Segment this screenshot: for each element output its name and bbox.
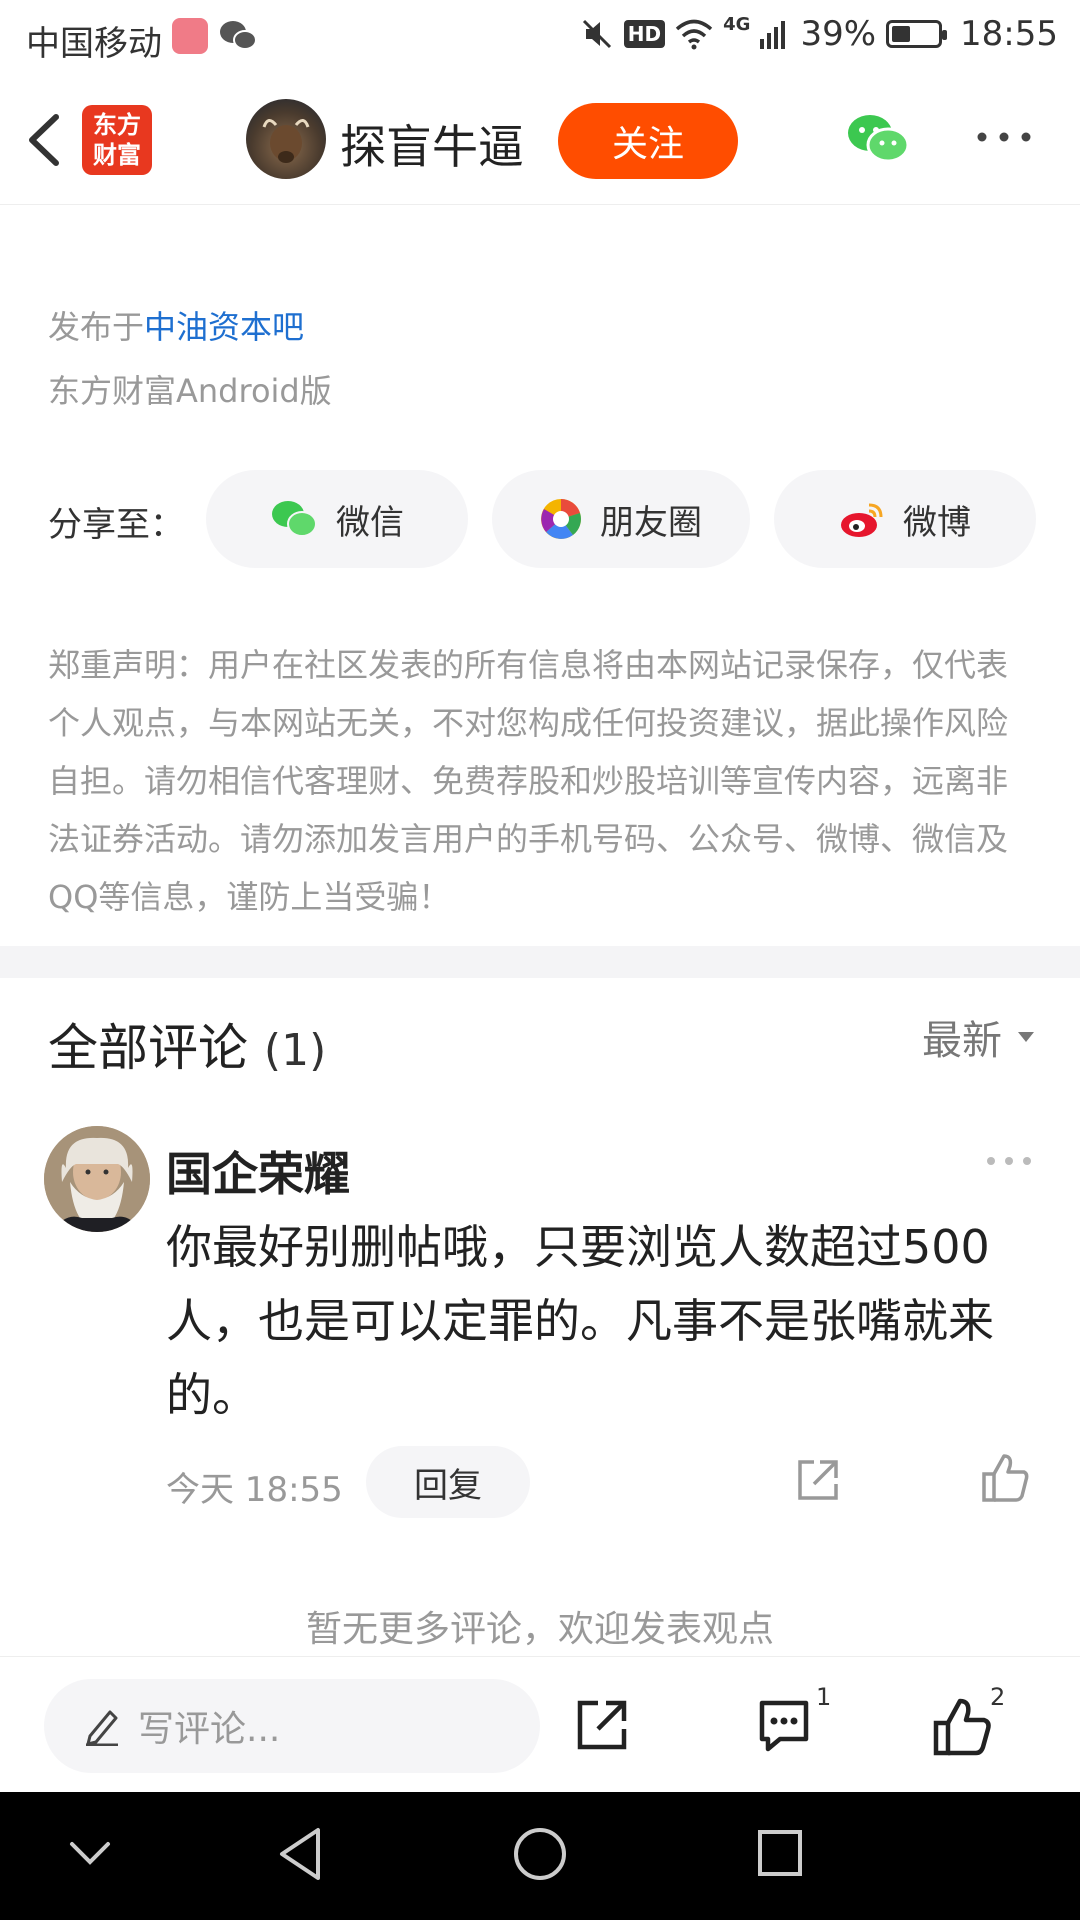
battery-icon [886, 20, 948, 48]
battery-percent: 39% [800, 14, 877, 54]
write-comment-input[interactable]: 写评论... [44, 1679, 540, 1773]
share-label: 分享至： [48, 505, 184, 545]
disclaimer-text: 郑重声明：用户在社区发表的所有信息将由本网站记录保存，仅代表个人观点，与本网站无… [48, 646, 1009, 916]
bottom-action-bar: 写评论... 1 2 [0, 1656, 1080, 1792]
wifi-icon [675, 19, 713, 50]
signal-icon [760, 21, 786, 49]
triangle-down-icon [1018, 1032, 1034, 1042]
author-name[interactable]: 探盲牛逼 [340, 111, 524, 177]
comment-time: 今天 18:55 [166, 1470, 343, 1510]
no-more-comments: 暂无更多评论，欢迎发表观点 [305, 1609, 774, 1650]
nav-home-icon[interactable] [512, 1826, 568, 1882]
logo-line2: 财富 [93, 141, 141, 169]
wechat-share-icon[interactable] [846, 113, 910, 165]
wechat-icon [272, 501, 317, 537]
comment-text: 你最好别删帖哦，只要浏览人数超过500人，也是可以定罪的。凡事不是张嘴就来的。 [166, 1220, 994, 1422]
share-wechat-button[interactable]: 微信 [206, 470, 468, 568]
nav-collapse-icon[interactable] [66, 1838, 114, 1868]
status-bar: 中国移动 HD 4G 39% 18:55 [0, 0, 1080, 75]
logo-line1: 东方 [93, 111, 141, 139]
share-moments-button[interactable]: 朋友圈 [492, 470, 750, 568]
author-avatar[interactable] [246, 99, 326, 179]
section-divider [0, 946, 1080, 978]
share-moments-label: 朋友圈 [600, 502, 702, 543]
more-icon[interactable] [974, 125, 1034, 149]
bull-image [262, 119, 310, 163]
back-arrow-icon[interactable] [20, 105, 70, 175]
publish-prefix: 发布于 [48, 308, 145, 346]
post-source: 东方财富Android版 [48, 372, 332, 410]
portrait-image [44, 1126, 150, 1232]
comment-share-icon[interactable] [794, 1456, 842, 1504]
hd-badge: HD [623, 20, 666, 48]
like-count-badge: 2 [990, 1683, 1006, 1711]
publish-info: 发布于中油资本吧 [48, 302, 304, 348]
sort-dropdown[interactable]: 最新 [922, 1008, 1036, 1066]
battery-fill [892, 26, 910, 42]
write-comment-placeholder: 写评论... [138, 1709, 281, 1750]
comment-icon[interactable] [756, 1697, 812, 1755]
top-header: 东方 财富 探盲牛逼 关注 [0, 75, 1080, 205]
carrier-label: 中国移动 [26, 24, 162, 64]
huawei-app-icon [172, 18, 208, 54]
like-icon[interactable] [932, 1697, 992, 1757]
sort-label: 最新 [922, 1018, 1002, 1064]
nav-back-icon[interactable] [276, 1826, 324, 1882]
comment-like-icon[interactable] [980, 1452, 1030, 1504]
nav-recents-icon[interactable] [756, 1828, 804, 1878]
comments-count: (1) [263, 1025, 327, 1076]
status-icons: HD 4G 39% 18:55 [580, 14, 1058, 54]
clock: 18:55 [960, 14, 1058, 54]
commenter-avatar[interactable] [44, 1126, 150, 1232]
reply-button[interactable]: 回复 [366, 1446, 530, 1518]
share-weibo-button[interactable]: 微博 [774, 470, 1036, 568]
system-nav-bar [0, 1792, 1080, 1920]
share-weibo-label: 微博 [903, 502, 971, 543]
mute-icon [582, 19, 611, 49]
moments-icon [541, 499, 581, 539]
comments-title-label: 全部评论 [48, 1019, 248, 1077]
comment-more-icon[interactable] [984, 1150, 1034, 1172]
comments-title: 全部评论 (1) [48, 1008, 326, 1080]
commenter-name[interactable]: 国企荣耀 [166, 1138, 350, 1204]
bar-link[interactable]: 中油资本吧 [144, 308, 304, 346]
eastmoney-logo[interactable]: 东方 财富 [82, 105, 152, 175]
weibo-icon [841, 503, 883, 537]
pencil-icon [86, 1710, 118, 1746]
wechat-notification-icon [220, 21, 257, 50]
post-detail-page: 中国移动 HD 4G 39% 18:55 东方 财富 探盲牛逼 关注 发布于中油… [0, 0, 1080, 1920]
follow-button[interactable]: 关注 [558, 103, 738, 179]
network-type-label: 4G [723, 14, 751, 35]
comment-count-badge: 1 [816, 1683, 832, 1711]
share-icon[interactable] [574, 1697, 630, 1753]
share-wechat-label: 微信 [336, 502, 404, 543]
